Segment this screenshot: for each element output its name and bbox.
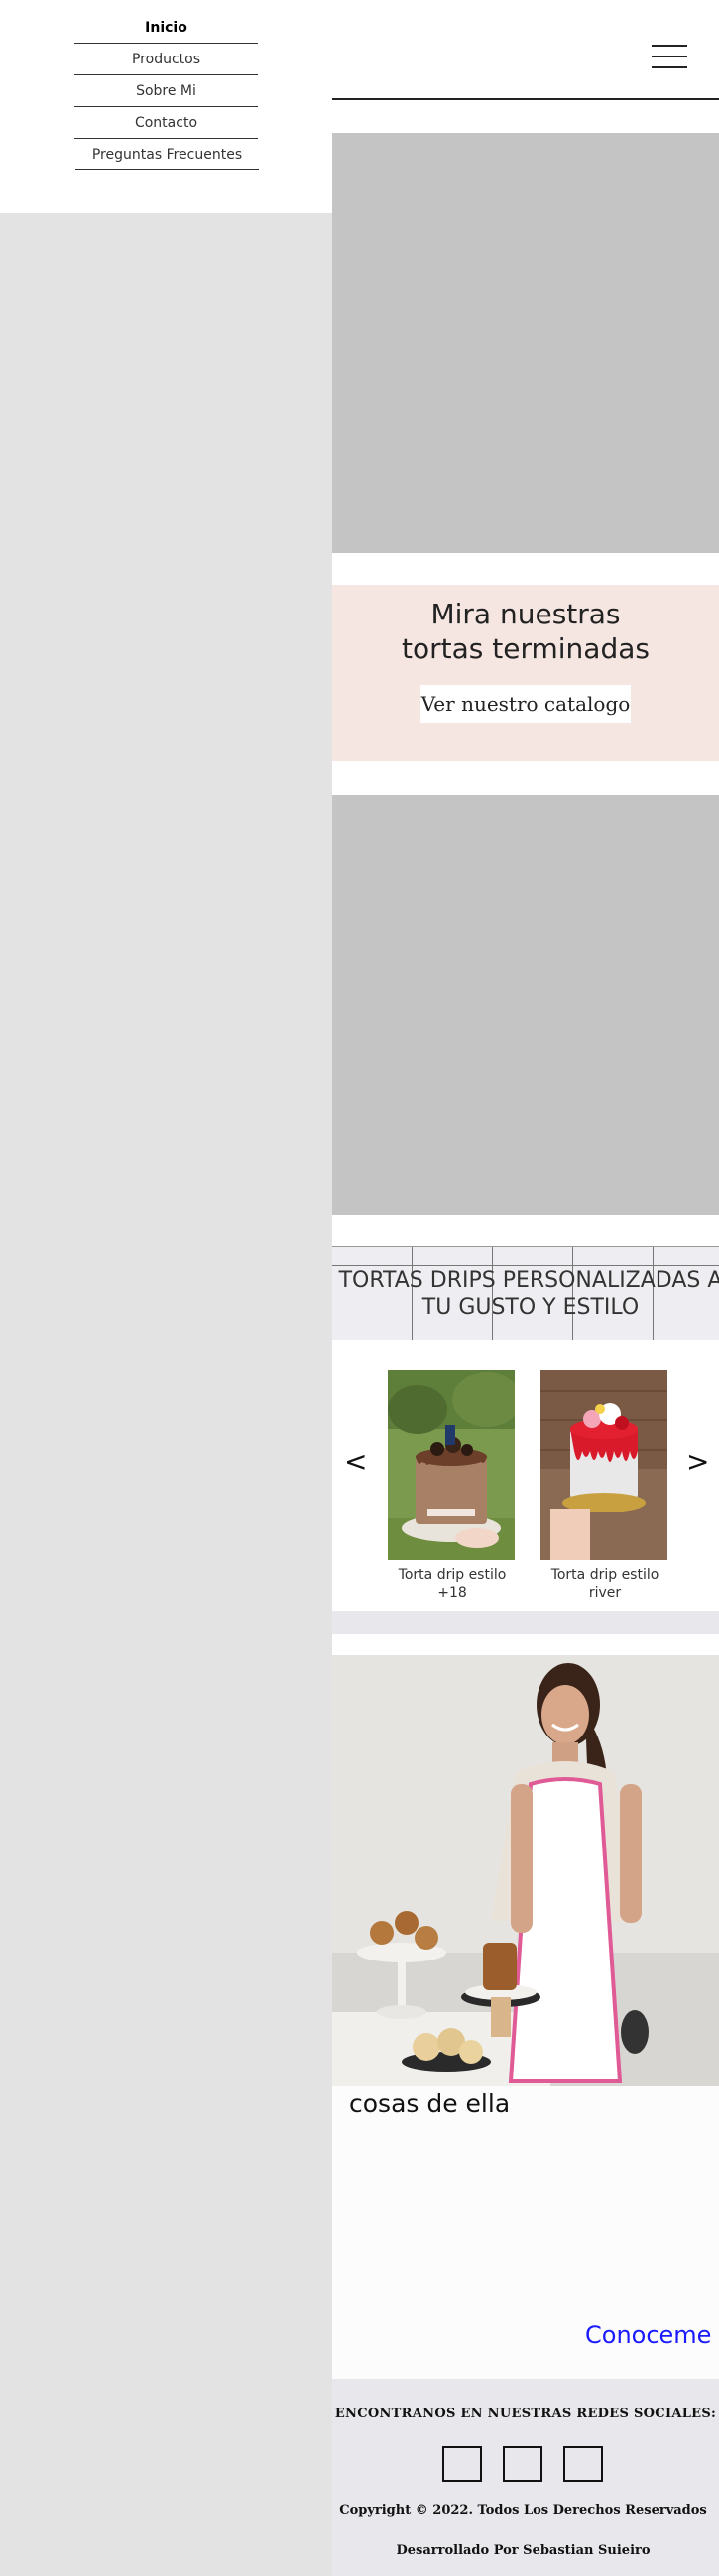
hamburger-menu-icon[interactable]: [652, 45, 687, 70]
social-heading: ENCONTRANOS EN NUESTRAS REDES SOCIALES:: [334, 2407, 717, 2421]
nav-item-sobre-mi[interactable]: Sobre Mi: [74, 76, 258, 107]
section-divider: [332, 1611, 719, 1634]
nav-item-productos[interactable]: Productos: [74, 45, 258, 75]
social-icon[interactable]: [503, 2446, 542, 2482]
main-content: Mira nuestras tortas terminadas Ver nues…: [332, 0, 719, 2576]
developer-credit: Desarrollado Por Sebastian Suieiro: [396, 2543, 651, 2558]
product-card-label: Torta drip estilo +18: [398, 1567, 507, 1601]
catalog-button[interactable]: Ver nuestro catalogo: [420, 685, 631, 723]
social-icon[interactable]: [442, 2446, 482, 2482]
product-image-chocolate-drip-cake: [388, 1370, 515, 1560]
hero-image-placeholder: [332, 133, 719, 553]
nav-panel: Inicio Productos Sobre Mi Contacto Pregu…: [0, 0, 332, 213]
product-card[interactable]: Torta drip estilo river: [540, 1370, 669, 1602]
secondary-image-placeholder: [332, 795, 719, 1215]
product-image-red-drip-cake: [540, 1370, 667, 1560]
header-divider: [332, 98, 719, 100]
promo-title: Mira nuestras tortas terminadas: [402, 598, 650, 665]
baker-photo: [332, 1655, 719, 2088]
carousel-next-button[interactable]: >: [686, 1445, 709, 1478]
copyright-text: Copyright © 2022. Todos Los Derechos Res…: [339, 2503, 707, 2518]
carousel-prev-button[interactable]: <: [344, 1445, 367, 1478]
product-card[interactable]: Torta drip estilo +18: [388, 1370, 517, 1602]
about-text: cosas de ella: [349, 2089, 511, 2118]
product-card-label: Torta drip estilo river: [550, 1567, 659, 1601]
product-carousel: < Torta drip estilo +18 Torta drip estil…: [332, 1340, 719, 1611]
promo-section: Mira nuestras tortas terminadas Ver nues…: [332, 585, 719, 761]
section-title: TORTAS DRIPS PERSONALIZADAS A TU GUSTO Y…: [338, 1268, 719, 1320]
section-title-band: TORTAS DRIPS PERSONALIZADAS A TU GUSTO Y…: [332, 1246, 719, 1341]
nav-item-contacto[interactable]: Contacto: [74, 108, 258, 139]
nav-item-inicio[interactable]: Inicio: [74, 13, 258, 44]
conoceme-link[interactable]: Conoceme: [585, 2321, 711, 2349]
nav-item-preguntas-frecuentes[interactable]: Preguntas Frecuentes: [75, 140, 259, 170]
band-divider: [332, 1265, 719, 1266]
social-icon[interactable]: [563, 2446, 603, 2482]
footer: ENCONTRANOS EN NUESTRAS REDES SOCIALES: …: [332, 2379, 719, 2576]
